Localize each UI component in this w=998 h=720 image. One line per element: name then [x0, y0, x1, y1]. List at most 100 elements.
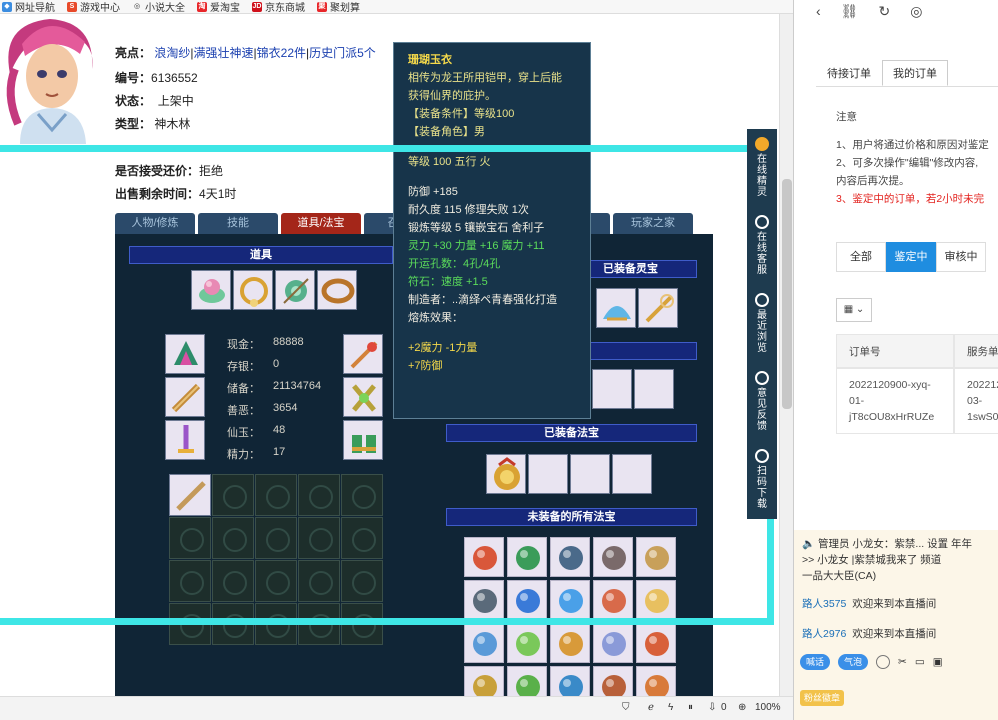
inventory-cell[interactable]: [169, 517, 211, 559]
fabao-slot-4[interactable]: [612, 454, 652, 494]
float-item-2[interactable]: 最近浏览: [747, 293, 777, 354]
bookmark-2[interactable]: ◎ 小说大全: [132, 0, 185, 14]
inventory-cell[interactable]: [298, 560, 340, 602]
fabao-inventory-slot[interactable]: [464, 580, 504, 620]
fabao-inventory-slot[interactable]: [550, 623, 590, 663]
inventory-cell[interactable]: [212, 560, 254, 602]
item-slot-jade[interactable]: [191, 270, 231, 310]
equip-slot-sword[interactable]: [165, 420, 205, 460]
shout-button[interactable]: 喊话: [800, 654, 831, 670]
filter-1[interactable]: 鉴定中: [886, 242, 936, 272]
page-scrollbar[interactable]: [779, 14, 793, 696]
image-icon[interactable]: ▭: [915, 656, 925, 668]
equip-slot-weapon[interactable]: [165, 377, 205, 417]
bubble-button[interactable]: 气泡: [838, 654, 869, 670]
item-slot-charm[interactable]: [275, 270, 315, 310]
inventory-cell[interactable]: [298, 474, 340, 516]
fans-badge[interactable]: 粉丝徽章: [800, 690, 845, 706]
fabao-inventory-slot[interactable]: [464, 537, 504, 577]
inventory-cell[interactable]: [255, 474, 297, 516]
tab-2[interactable]: 道具/法宝: [281, 213, 361, 234]
highlight-link-2[interactable]: 锦衣22件: [257, 46, 306, 60]
bookmark-1[interactable]: S 游戏中心: [67, 0, 120, 14]
fabao-inventory-slot[interactable]: [636, 623, 676, 663]
fabao-inventory-slot[interactable]: [636, 580, 676, 620]
fabao-slot-crown[interactable]: [486, 454, 526, 494]
zoom-level[interactable]: 100%: [755, 702, 781, 713]
fabao-inventory-slot[interactable]: [636, 666, 676, 696]
float-item-0[interactable]: 在线精灵: [747, 137, 777, 198]
refresh-icon[interactable]: ↻: [878, 3, 890, 20]
float-item-3[interactable]: 意见反馈: [747, 371, 777, 432]
view-select[interactable]: ▦ ⌄: [836, 298, 872, 322]
inventory-cell[interactable]: [212, 474, 254, 516]
highlight-link-0[interactable]: 浪淘纱: [154, 46, 190, 60]
filter-2[interactable]: 审核中: [936, 242, 986, 272]
filter-0[interactable]: 全部: [836, 242, 886, 272]
inventory-cell[interactable]: [298, 517, 340, 559]
fabao-inventory-slot[interactable]: [507, 580, 547, 620]
link-icon[interactable]: ⛓: [841, 3, 859, 20]
lingbao-slot-1[interactable]: [596, 288, 636, 328]
item-slot-ring[interactable]: [317, 270, 357, 310]
ie-icon[interactable]: ℯ: [648, 702, 654, 713]
chat-msg-1-name[interactable]: 路人2976: [802, 628, 846, 640]
highlight-link-1[interactable]: 满强壮神速: [194, 46, 254, 60]
fabao-inventory-slot[interactable]: [464, 623, 504, 663]
fabao-inventory-slot[interactable]: [550, 580, 590, 620]
smile-icon[interactable]: [876, 655, 891, 669]
fabao-inventory-slot[interactable]: [636, 537, 676, 577]
fabao-inventory-slot[interactable]: [507, 623, 547, 663]
equip-slot-helmet[interactable]: [165, 334, 205, 374]
fabao-inventory-slot[interactable]: [550, 537, 590, 577]
inventory-cell[interactable]: [169, 560, 211, 602]
tab-6[interactable]: 玩家之家: [613, 213, 693, 234]
bookmark-5[interactable]: 聚聚划算: [317, 0, 360, 14]
inventory-cell[interactable]: [341, 474, 383, 516]
table-row-order[interactable]: 2022120900-xyq- 01- jT8cOU8xHrRUZe: [836, 368, 954, 434]
float-item-1[interactable]: 在线客服: [747, 215, 777, 276]
scrollbar-thumb[interactable]: [782, 179, 792, 409]
zoom-icon[interactable]: ⊕: [738, 702, 746, 713]
fabao-slot-empty-2[interactable]: [634, 369, 674, 409]
back-icon[interactable]: ‹: [816, 3, 821, 19]
order-tab-0[interactable]: 待接订单: [816, 60, 882, 86]
float-item-4[interactable]: 扫码下载: [747, 449, 777, 510]
fabao-slot-2[interactable]: [528, 454, 568, 494]
scissors-icon[interactable]: ✂: [898, 656, 907, 668]
inventory-cell[interactable]: [212, 517, 254, 559]
equip-slot-armor[interactable]: [343, 377, 383, 417]
table-row-service[interactable]: 2022120 03- 1swS0: [954, 368, 998, 434]
gift-icon[interactable]: ▣: [933, 656, 943, 668]
order-tab-1[interactable]: 我的订单: [882, 60, 948, 86]
bookmark-3[interactable]: 淘爱淘宝: [197, 0, 240, 14]
bookmark-4[interactable]: JD 京东商城: [252, 0, 305, 14]
equip-slot-boots[interactable]: [343, 420, 383, 460]
chat-msg-0-name[interactable]: 路人3575: [802, 598, 846, 610]
fabao-slot-3[interactable]: [570, 454, 610, 494]
highlight-link-3[interactable]: 历史门派5个: [309, 46, 376, 60]
fabao-inventory-slot[interactable]: [550, 666, 590, 696]
fabao-inventory-slot[interactable]: [464, 666, 504, 696]
equip-slot-amulet[interactable]: [343, 334, 383, 374]
fabao-slot-empty-1[interactable]: [592, 369, 632, 409]
fabao-inventory-slot[interactable]: [593, 537, 633, 577]
inventory-cell[interactable]: [169, 474, 211, 516]
item-slot-necklace[interactable]: [233, 270, 273, 310]
inventory-cell[interactable]: [341, 560, 383, 602]
fabao-inventory-slot[interactable]: [507, 537, 547, 577]
inventory-cell[interactable]: [341, 517, 383, 559]
lingbao-slot-2[interactable]: [638, 288, 678, 328]
fabao-inventory-slot[interactable]: [593, 623, 633, 663]
bookmark-0[interactable]: ◆ 网址导航: [2, 0, 55, 14]
pause-icon[interactable]: ⏸: [688, 702, 693, 713]
fabao-inventory-slot[interactable]: [507, 666, 547, 696]
tab-1[interactable]: 技能: [198, 213, 278, 234]
download-icon[interactable]: ⇩: [708, 702, 716, 713]
fabao-inventory-slot[interactable]: [593, 580, 633, 620]
globe-icon[interactable]: ◎: [910, 3, 922, 20]
fabao-inventory-slot[interactable]: [593, 666, 633, 696]
tab-0[interactable]: 人物/修炼: [115, 213, 195, 234]
shield-icon[interactable]: ⛉: [622, 702, 630, 713]
inventory-cell[interactable]: [255, 560, 297, 602]
